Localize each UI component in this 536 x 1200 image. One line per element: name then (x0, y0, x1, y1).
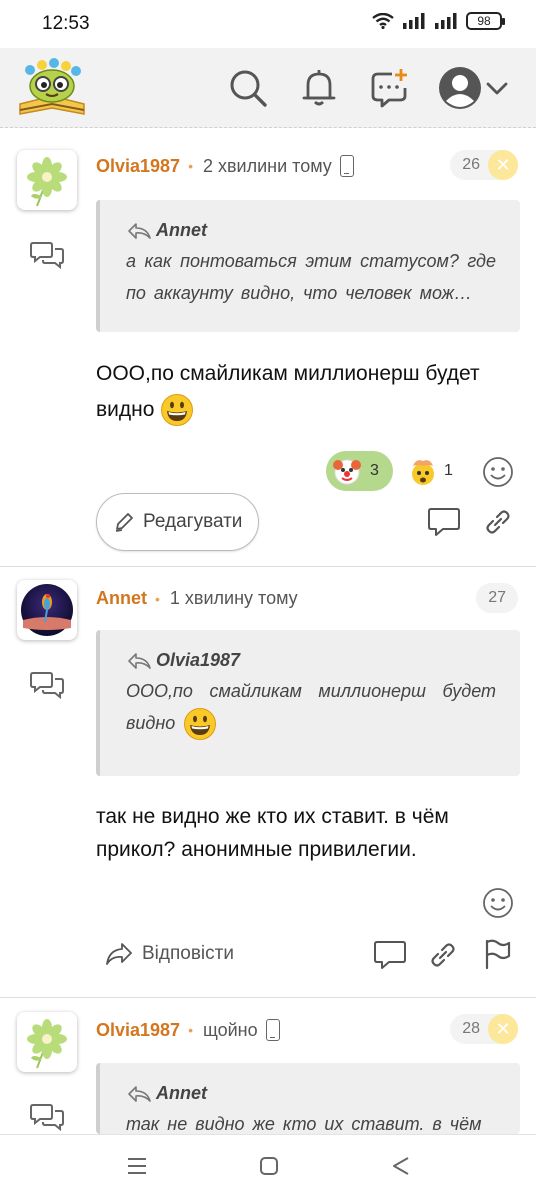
quote-text: а как понтоваться этим статусом? где по … (126, 251, 496, 303)
mobile-device-icon (339, 155, 354, 177)
reaction-exploding-head[interactable]: 1 (408, 456, 453, 486)
search-icon[interactable] (226, 66, 270, 110)
site-logo[interactable] (16, 56, 88, 120)
post-meta: Olvia1987 • щойно (96, 1019, 280, 1041)
app-header (0, 48, 536, 128)
post-meta: Annet • 1 хвилину тому (96, 588, 298, 609)
post-author[interactable]: Annet (96, 588, 147, 609)
battery-indicator: 98 (466, 12, 505, 30)
system-icons: 98 (372, 12, 505, 30)
link-icon[interactable] (427, 939, 459, 971)
quote-block: Annet так не видно же кто их ставит. в ч… (96, 1063, 520, 1134)
reaction-clown[interactable]: 3 (326, 451, 393, 491)
quote-block: Olvia1987 ООО,по смайликам миллионерш бу… (96, 630, 520, 776)
separator-dot: • (155, 590, 160, 607)
chat-bubbles-icon[interactable] (30, 670, 64, 700)
chat-bubbles-icon[interactable] (30, 240, 64, 270)
post-author[interactable]: Olvia1987 (96, 156, 180, 177)
chevron-down-icon[interactable] (484, 66, 510, 110)
exploding-head-icon (412, 460, 434, 485)
edit-button[interactable]: Редагувати (96, 493, 260, 551)
separator-dot: • (188, 1022, 193, 1038)
quote-author[interactable]: Olvia1987 (156, 650, 240, 671)
delete-icon[interactable]: ✕ (488, 1014, 518, 1044)
post-divider (0, 997, 536, 998)
post-number-badge[interactable]: 28 ✕ (450, 1014, 518, 1044)
back-icon[interactable] (390, 1155, 412, 1177)
reaction-count: 3 (370, 462, 379, 479)
post-meta: Olvia1987 • 2 хвилини тому (96, 155, 354, 177)
mobile-device-icon (265, 1019, 280, 1041)
reply-arrow-icon (128, 1085, 151, 1102)
quote-text: ООО,по смайликам миллионерш будет видно (126, 675, 496, 741)
parrot-avatar-icon (21, 584, 73, 636)
signal-icon (403, 13, 425, 29)
post-time[interactable]: 2 хвилини тому (203, 156, 332, 177)
grinning-face-icon (184, 708, 217, 741)
delete-icon[interactable]: ✕ (488, 150, 518, 180)
flower-avatar-icon (27, 157, 67, 207)
post-text: ООО,по смайликам миллионерш будет видно (96, 356, 516, 428)
recent-apps-icon[interactable] (126, 1155, 148, 1177)
comment-icon[interactable] (373, 939, 407, 971)
reply-arrow-icon (128, 652, 151, 669)
post-text: так не видно же кто их ставит. в чём при… (96, 805, 449, 861)
separator-dot: • (188, 158, 193, 174)
quote-text: так не видно же кто их ставит. в чём (126, 1114, 482, 1134)
comment-icon[interactable] (427, 506, 461, 538)
quote-text-content: ООО,по смайликам миллионерш будет видно (126, 681, 496, 733)
post-avatar[interactable] (17, 580, 77, 640)
add-reaction-icon[interactable] (482, 456, 514, 488)
home-icon[interactable] (258, 1155, 280, 1177)
reaction-count: 1 (444, 462, 453, 479)
edit-label: Редагувати (143, 511, 243, 532)
post-avatar[interactable] (17, 150, 77, 210)
post-avatar[interactable] (17, 1012, 77, 1072)
flag-icon[interactable] (481, 938, 513, 970)
reply-arrow-icon (128, 222, 151, 239)
add-reaction-icon[interactable] (482, 887, 514, 919)
link-icon[interactable] (482, 506, 514, 538)
status-bar: 12:53 98 (0, 0, 536, 48)
post-text-content: ООО,по смайликам миллионерш будет видно (96, 362, 480, 421)
quote-block: Annet а как понтоваться этим статусом? г… (96, 200, 520, 332)
system-nav-bar (0, 1134, 536, 1200)
quote-author[interactable]: Annet (156, 220, 207, 241)
post-time[interactable]: 1 хвилину тому (170, 588, 298, 609)
chat-bubbles-icon[interactable] (30, 1102, 64, 1132)
bell-icon[interactable] (297, 66, 341, 110)
quote-author[interactable]: Annet (156, 1083, 207, 1104)
post-number-badge[interactable]: 27 (476, 583, 518, 613)
wifi-icon (372, 13, 394, 29)
signal-icon-2 (435, 13, 457, 29)
post-divider (0, 566, 536, 567)
post-time[interactable]: щойно (203, 1020, 258, 1041)
reply-label: Відповісти (142, 943, 234, 964)
flower-avatar-icon (27, 1019, 67, 1069)
post-number: 26 (462, 156, 480, 173)
post-number: 28 (462, 1020, 480, 1037)
post-number: 27 (488, 589, 506, 606)
status-time: 12:53 (42, 13, 90, 34)
reply-button[interactable]: Відповісти (104, 940, 234, 968)
pencil-icon (115, 513, 133, 532)
clown-face-icon (333, 459, 361, 485)
new-post-icon[interactable] (368, 66, 412, 110)
post-number-badge[interactable]: 26 ✕ (450, 150, 518, 180)
reply-icon (106, 943, 132, 965)
account-icon[interactable] (437, 65, 483, 111)
grinning-face-icon (161, 394, 194, 427)
post-author[interactable]: Olvia1987 (96, 1020, 180, 1041)
